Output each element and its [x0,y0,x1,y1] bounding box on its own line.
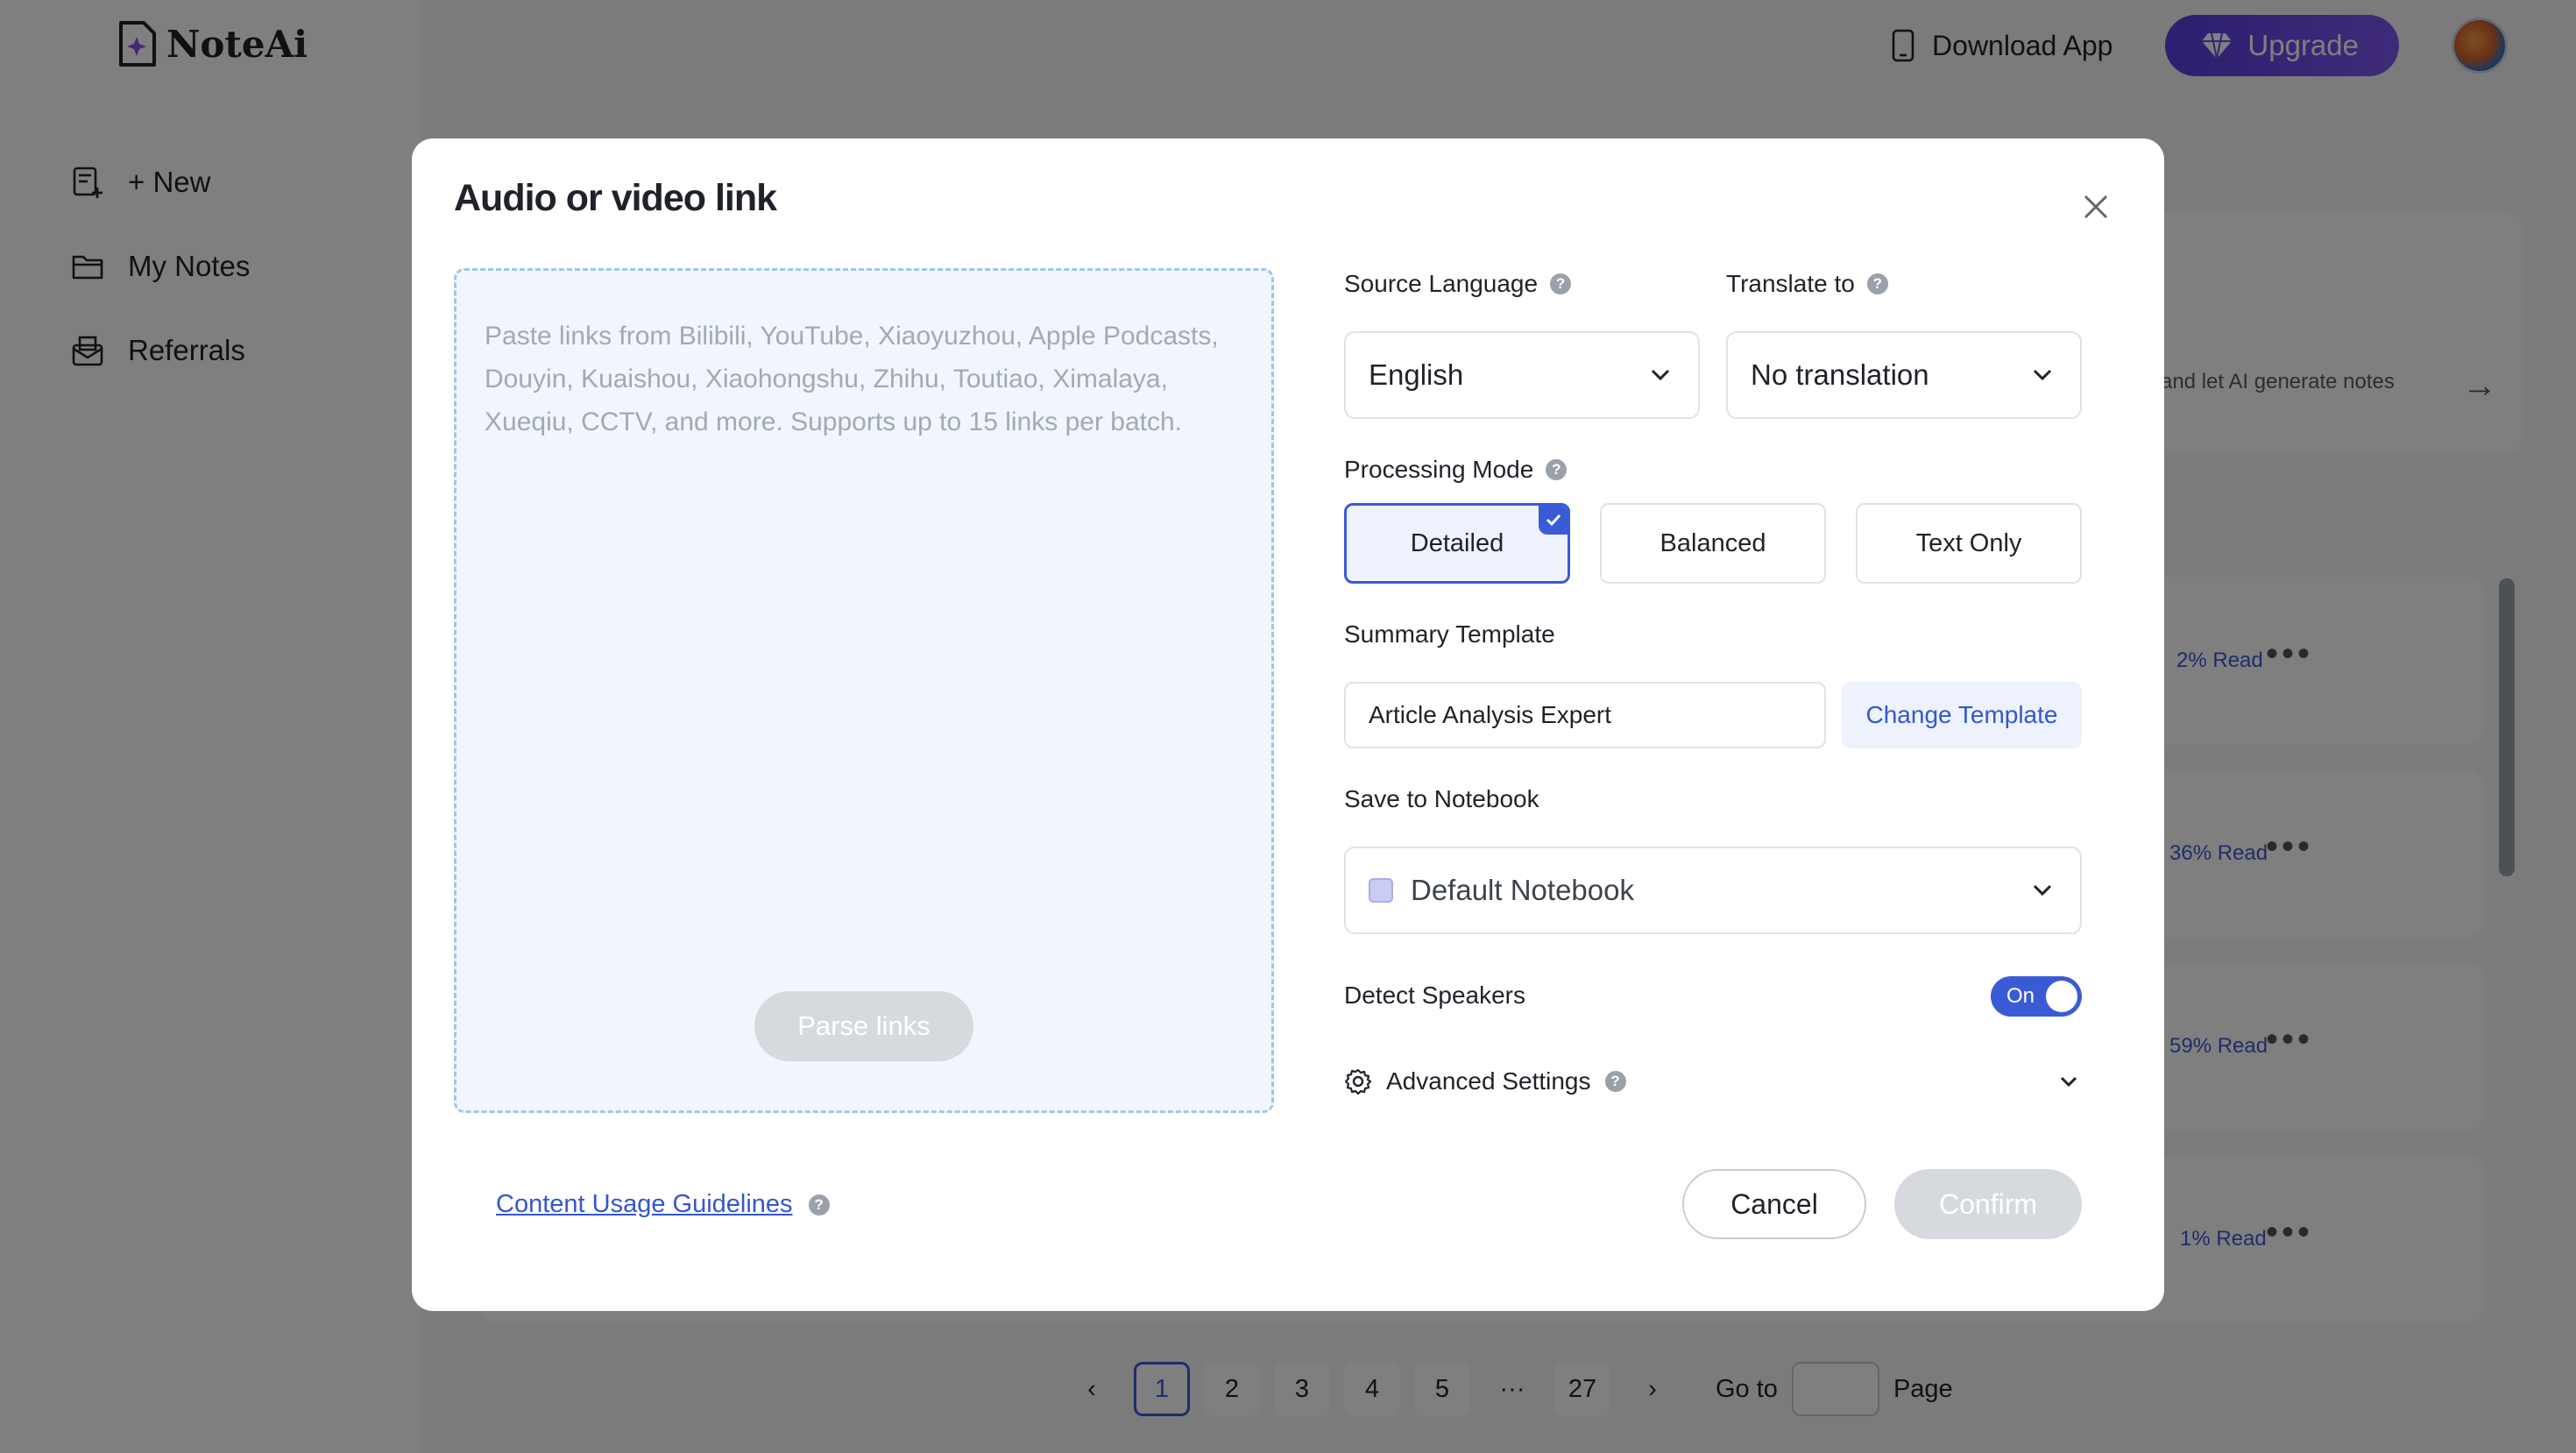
processing-mode-label-text: Processing Mode [1344,456,1534,483]
mode-detailed-option[interactable]: Detailed [1344,503,1570,584]
source-language-select[interactable]: English [1344,331,1700,419]
notebook-value: Default Notebook [1411,874,1634,906]
content-guidelines: Content Usage Guidelines ? [496,1190,830,1219]
notebook-select-content: Default Notebook [1369,874,1634,907]
save-to-notebook-label: Save to Notebook [1344,785,1539,813]
mode-balanced-option[interactable]: Balanced [1600,503,1826,584]
source-language-label: Source Language ? [1344,270,1572,298]
advanced-settings-label: Advanced Settings [1386,1067,1591,1095]
chevron-down-icon [2033,884,2052,897]
toggle-knob [2046,981,2077,1012]
mode-label: Detailed [1410,528,1504,557]
translate-to-select[interactable]: No translation [1726,331,2082,419]
content-guidelines-link[interactable]: Content Usage Guidelines [496,1190,793,1219]
translate-to-label: Translate to ? [1726,270,1888,298]
checkmark-icon [1539,506,1568,535]
detect-speakers-label: Detect Speakers [1344,982,1525,1010]
close-icon[interactable] [2077,188,2115,226]
detect-speakers-toggle[interactable]: On [1991,976,2082,1017]
change-template-button[interactable]: Change Template [1842,682,2082,748]
cancel-button[interactable]: Cancel [1682,1169,1866,1239]
notebook-select[interactable]: Default Notebook [1344,847,2082,934]
source-language-value: English [1369,358,1464,391]
link-input[interactable] [456,271,1271,1110]
summary-template-label-text: Summary Template [1344,620,1555,648]
mode-label: Balanced [1660,528,1766,557]
summary-template-label: Summary Template [1344,620,1555,649]
translate-to-label-text: Translate to [1726,270,1855,297]
help-icon[interactable]: ? [1866,273,1888,294]
link-input-area: Parse links [454,268,1274,1113]
save-to-notebook-label-text: Save to Notebook [1344,785,1539,812]
chevron-down-icon [2060,1076,2077,1088]
notebook-icon [1369,878,1393,903]
dialog-title: Audio or video link [454,177,777,219]
translate-to-value: No translation [1751,358,1929,391]
chevron-down-icon [1651,369,1670,381]
chevron-down-icon [2033,369,2052,381]
processing-mode-label: Processing Mode ? [1344,456,1568,484]
gear-icon [1344,1068,1372,1095]
mode-label: Text Only [1915,528,2022,557]
confirm-button[interactable]: Confirm [1894,1169,2082,1239]
summary-template-field[interactable] [1344,682,1826,748]
link-import-dialog: Audio or video link Parse links Source L… [412,138,2164,1311]
help-icon[interactable]: ? [808,1194,830,1216]
help-icon[interactable]: ? [1550,273,1572,294]
help-icon[interactable]: ? [1604,1071,1626,1092]
source-language-label-text: Source Language [1344,270,1539,297]
mode-text-only-option[interactable]: Text Only [1856,503,2082,584]
detect-speakers-label-text: Detect Speakers [1344,982,1525,1009]
advanced-settings-toggle[interactable]: Advanced Settings ? [1344,1060,2082,1102]
parse-links-button[interactable]: Parse links [754,991,973,1061]
help-icon[interactable]: ? [1546,459,1568,480]
toggle-state-label: On [2006,984,2035,1008]
